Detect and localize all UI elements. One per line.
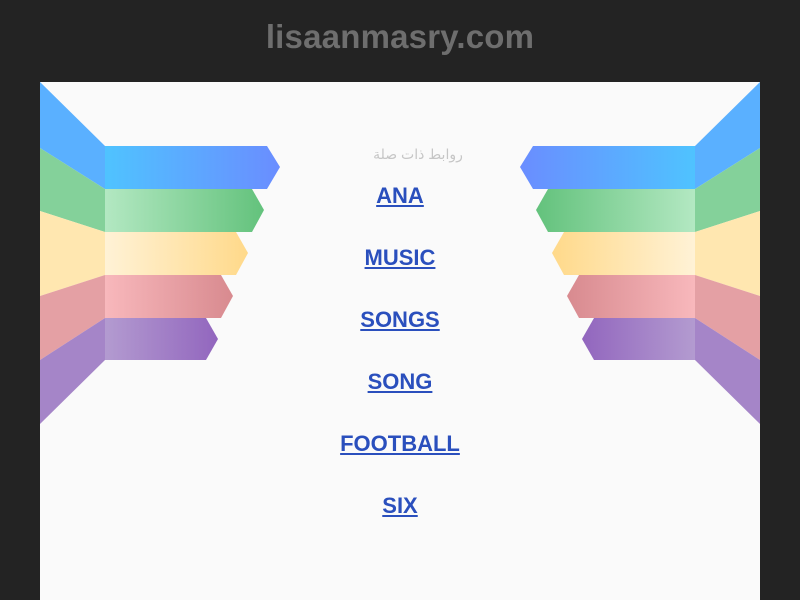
list-item: MUSIC [40, 242, 760, 304]
list-item: SONGS [40, 304, 760, 366]
link-ana[interactable]: ANA [376, 183, 424, 208]
header: lisaanmasry.com [0, 0, 800, 82]
link-six[interactable]: SIX [382, 493, 417, 518]
link-song[interactable]: SONG [368, 369, 433, 394]
site-title: lisaanmasry.com [265, 18, 535, 55]
content-panel: روابط ذات صلة ANA MUSIC SONGS SONG FOOTB… [40, 82, 760, 600]
link-songs[interactable]: SONGS [360, 307, 439, 332]
list-item: FOOTBALL [40, 428, 760, 490]
list-item: SIX [40, 490, 760, 552]
link-music[interactable]: MUSIC [365, 245, 436, 270]
related-links-list: ANA MUSIC SONGS SONG FOOTBALL SIX [40, 180, 760, 552]
list-item: SONG [40, 366, 760, 428]
related-links-heading: روابط ذات صلة [40, 146, 760, 163]
list-item: ANA [40, 180, 760, 242]
link-football[interactable]: FOOTBALL [340, 431, 460, 456]
related-links-label: روابط ذات صلة [373, 146, 463, 162]
